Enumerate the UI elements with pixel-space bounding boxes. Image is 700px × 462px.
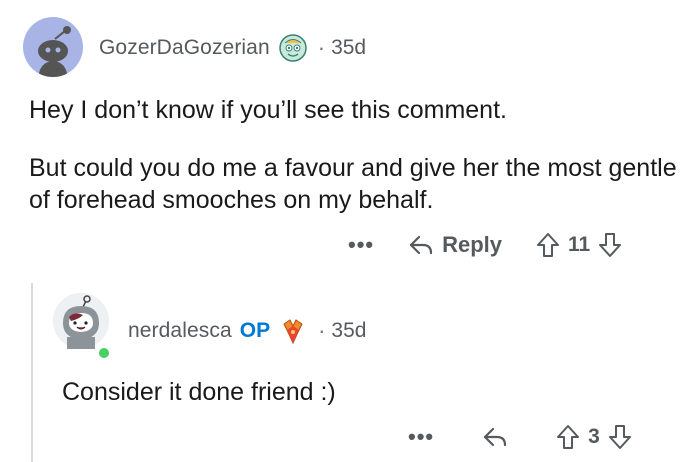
avatar[interactable] [53,293,109,349]
comment-header: nerdalesca OP · 35d [128,316,366,346]
comment-paragraph: But could you do me a favour and give he… [29,154,677,214]
online-status-dot [97,346,111,360]
upvote-arrow-icon[interactable] [556,424,580,450]
op-badge: OP [239,319,271,342]
username[interactable]: nerdalesca [128,319,232,343]
comment-age: 35d [331,36,367,59]
comment-age: 35d [331,319,367,342]
reply-button[interactable]: Reply [408,232,502,258]
username[interactable]: GozerDaGozerian [99,36,270,60]
comment-text: Consider it done friend :) [62,378,336,406]
reply-button[interactable] [482,426,508,448]
custom-avatar-icon [53,293,109,349]
separator-dot: · [318,318,326,343]
snoo-flair-icon [278,33,308,63]
upvote-arrow-icon[interactable] [536,232,560,258]
thread-line[interactable] [31,283,33,462]
comment-actions: ••• Reply 11 [348,228,622,262]
downvote-arrow-icon[interactable] [608,424,632,450]
reply-label: Reply [442,232,503,257]
vote-controls: 11 [536,232,622,258]
vote-controls: 3 [556,424,632,450]
snoo-avatar-icon [38,26,71,77]
downvote-arrow-icon[interactable] [598,232,622,258]
more-options-button[interactable]: ••• [348,232,374,258]
separator-dot: · [317,35,326,60]
avatar[interactable] [23,17,83,77]
reply-arrow-icon [484,427,507,447]
comment-header: GozerDaGozerian · 35d [99,33,366,63]
vote-score: 11 [568,233,591,256]
vote-score: 3 [588,425,600,448]
comment-actions: ••• 3 [408,420,632,454]
comment-paragraph: Hey I don’t know if you’ll see this comm… [29,96,507,124]
comment-thread: GozerDaGozerian · 35d Hey I don’t know i… [0,0,700,462]
reply-arrow-icon [410,235,433,255]
more-options-button[interactable]: ••• [408,424,434,450]
award-flair-icon [278,316,308,346]
